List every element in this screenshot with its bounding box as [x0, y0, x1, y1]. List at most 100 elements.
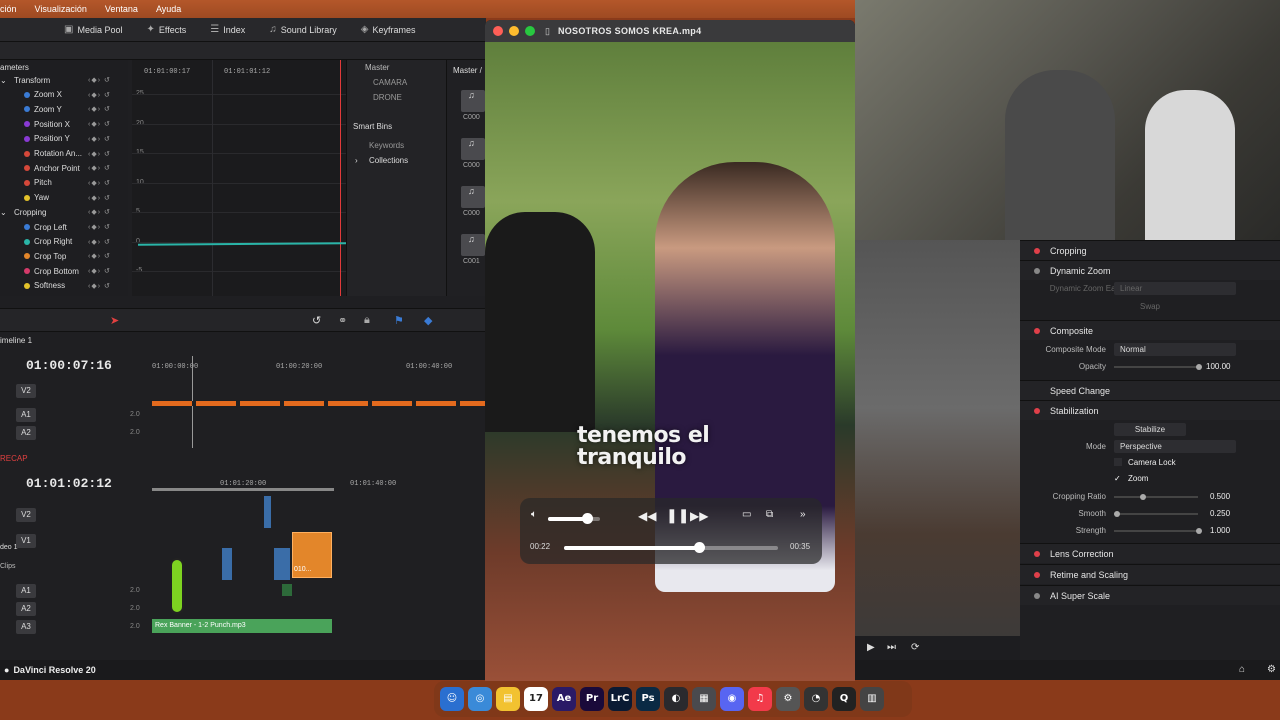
strength-knob[interactable] [1196, 528, 1202, 534]
swap-button[interactable]: Swap [1114, 300, 1186, 313]
selection-arrow-icon[interactable]: ➤ [110, 314, 119, 327]
dynamic-zoom-ease-select[interactable]: Linear [1114, 282, 1236, 295]
clip-thumbnail[interactable]: ♫ [461, 138, 485, 160]
curve-playhead[interactable] [340, 60, 341, 296]
enable-dot-lens-correction[interactable] [1034, 550, 1040, 557]
pause-icon[interactable]: ❚❚ [666, 507, 689, 524]
home-icon[interactable]: ⌂ [1239, 664, 1245, 675]
timeline1-name[interactable]: imeline 1 [0, 336, 32, 345]
dock-app-q-icon[interactable]: Q [832, 687, 856, 711]
sound-library-button[interactable]: ♫ Sound Library [269, 24, 353, 35]
camera-lock-checkbox[interactable] [1114, 458, 1122, 466]
opacity-slider[interactable] [1114, 364, 1202, 370]
menu-item-visualizacion[interactable]: Visualización [35, 4, 87, 14]
dock-app-preview-icon[interactable]: ▦ [692, 687, 716, 711]
play-icon[interactable]: ▶ [867, 642, 875, 653]
bin-master[interactable]: Master [365, 63, 389, 72]
section-stabilization[interactable]: Stabilization [1020, 400, 1280, 420]
smooth-value[interactable]: 0.250 [1210, 509, 1230, 518]
section-dynamic-zoom[interactable]: Dynamic Zoom [1020, 260, 1280, 280]
dock-app-discord-icon[interactable]: ◉ [720, 687, 744, 711]
smart-bin-collections[interactable]: Collections [369, 156, 408, 165]
fast-forward-icon[interactable]: ▶▶ [690, 509, 708, 523]
volume-icon[interactable]: 🔈︎ [531, 509, 537, 520]
tl2-track-a1[interactable]: A1 [16, 584, 36, 598]
link-icon[interactable]: ⚭ [338, 314, 347, 327]
volume-knob[interactable] [582, 513, 593, 524]
keyframe-param-row[interactable]: Zoom Y ‹◆› ↺ [0, 102, 128, 116]
tl1-video-clips[interactable] [152, 401, 486, 406]
minimize-button[interactable] [509, 26, 519, 36]
enable-dot-cropping[interactable] [1034, 247, 1040, 254]
cropping-ratio-knob[interactable] [1140, 494, 1146, 500]
picture-in-picture-icon[interactable]: ⧉ [766, 509, 773, 520]
index-button[interactable]: ☰ Index [210, 24, 261, 35]
keyframe-param-row[interactable]: Crop Right ‹◆› ↺ [0, 235, 128, 249]
smooth-knob[interactable] [1114, 511, 1120, 517]
chevron-down-icon[interactable]: ⌄ [0, 76, 14, 85]
dock-app-ae-icon[interactable]: Ae [552, 687, 576, 711]
keyframe-param-row[interactable]: Rotation An... ‹◆› ↺ [0, 147, 128, 161]
lock-icon[interactable]: 🔒︎ [364, 314, 370, 327]
opacity-value[interactable]: 100.00 [1206, 362, 1230, 371]
more-chevron-icon[interactable]: » [800, 509, 806, 520]
section-composite[interactable]: Composite [1020, 320, 1280, 340]
keyframe-nav-controls[interactable]: ‹◆› ↺ [88, 194, 111, 202]
tl2-track-a3[interactable]: A3 [16, 620, 36, 634]
menu-item-ventana[interactable]: Ventana [105, 4, 138, 14]
skip-end-icon[interactable]: ⏭︎ [887, 642, 896, 653]
tl1-track-a1[interactable]: A1 [16, 408, 36, 422]
tl1-track-a2[interactable]: A2 [16, 426, 36, 440]
keyframe-nav-controls[interactable]: ‹◆› ↺ [88, 252, 111, 260]
cropping-ratio-slider[interactable] [1114, 494, 1198, 500]
keyframe-param-row[interactable]: Yaw ‹◆› ↺ [0, 191, 128, 205]
tl2-audio-clip-music[interactable]: Rex Banner - 1-2 Punch.mp3 [152, 619, 332, 633]
dock-app-17-icon[interactable]: 17 [524, 687, 548, 711]
dock-app-ps-icon[interactable]: Ps [636, 687, 660, 711]
chevron-right-icon[interactable]: › [355, 156, 358, 165]
mode-select[interactable]: Perspective [1114, 440, 1236, 453]
keyframe-nav-controls[interactable]: ‹◆› ↺ [88, 91, 111, 99]
timeline2-name[interactable]: RECAP [0, 454, 28, 463]
gear-icon[interactable]: ⚙ [1267, 664, 1276, 675]
tl2-audio-clip-small[interactable] [282, 584, 292, 596]
keyframe-nav-controls[interactable]: ‹◆› ↺ [88, 76, 111, 84]
tl2-clip-v2[interactable] [264, 496, 271, 528]
keyframe-nav-controls[interactable]: ‹◆› ↺ [88, 164, 111, 172]
keyframe-param-row[interactable]: Crop Bottom ‹◆› ↺ [0, 264, 128, 278]
keyframe-param-row[interactable]: Zoom X ‹◆› ↺ [0, 88, 128, 102]
opacity-knob[interactable] [1196, 364, 1202, 370]
tl2-clip-v1-b[interactable] [274, 548, 290, 580]
keyframe-param-row[interactable]: Pitch ‹◆› ↺ [0, 176, 128, 190]
tl2-track-v1[interactable]: V1 [16, 534, 36, 548]
keyframe-nav-controls[interactable]: ‹◆› ↺ [88, 208, 111, 216]
enable-dot-stabilization[interactable] [1034, 407, 1040, 414]
keyframe-nav-controls[interactable]: ‹◆› ↺ [88, 150, 111, 158]
progress-knob[interactable] [693, 542, 705, 553]
keyframe-param-row[interactable]: Crop Top ‹◆› ↺ [0, 249, 128, 263]
keyframe-nav-controls[interactable]: ‹◆› ↺ [88, 238, 111, 246]
enable-dot-retime-scaling[interactable] [1034, 571, 1040, 578]
keyframe-param-row[interactable]: Crop Left ‹◆› ↺ [0, 220, 128, 234]
keyframe-param-row[interactable]: ⌄ Transform ‹◆› ↺ [0, 73, 128, 87]
dock-app-finder-icon[interactable]: ☺ [440, 687, 464, 711]
keyframe-curve-editor[interactable]: 01:01:00:17 01:01:01:12 2520151050-5 [132, 60, 347, 296]
cropping-ratio-value[interactable]: 0.500 [1210, 492, 1230, 501]
keyframe-nav-controls[interactable]: ‹◆› ↺ [88, 120, 111, 128]
smart-bin-keywords[interactable]: Keywords [369, 141, 404, 150]
keyframe-param-row[interactable]: Anchor Point ‹◆› ↺ [0, 161, 128, 175]
video-frame[interactable]: tenemos el tranquilo [485, 42, 855, 681]
keyframe-nav-controls[interactable]: ‹◆› ↺ [88, 223, 111, 231]
tl2-clip-v1-a[interactable] [222, 548, 232, 580]
chevron-down-icon[interactable]: ⌄ [0, 208, 14, 217]
stabilize-button[interactable]: Stabilize [1114, 423, 1186, 436]
dock-app-pr-icon[interactable]: Pr [580, 687, 604, 711]
clip-thumbnail[interactable]: ♫ [461, 90, 485, 112]
tl2-track-a2[interactable]: A2 [16, 602, 36, 616]
composite-mode-select[interactable]: Normal [1114, 343, 1236, 356]
media-pool-button[interactable]: ▣ Media Pool [64, 24, 138, 35]
dock-app-utility-icon[interactable]: ⚙ [776, 687, 800, 711]
keyframes-button[interactable]: ◈ Keyframes [361, 24, 432, 35]
tl2-orange-clip[interactable]: 010... [292, 532, 332, 578]
volume-slider[interactable] [548, 513, 600, 524]
